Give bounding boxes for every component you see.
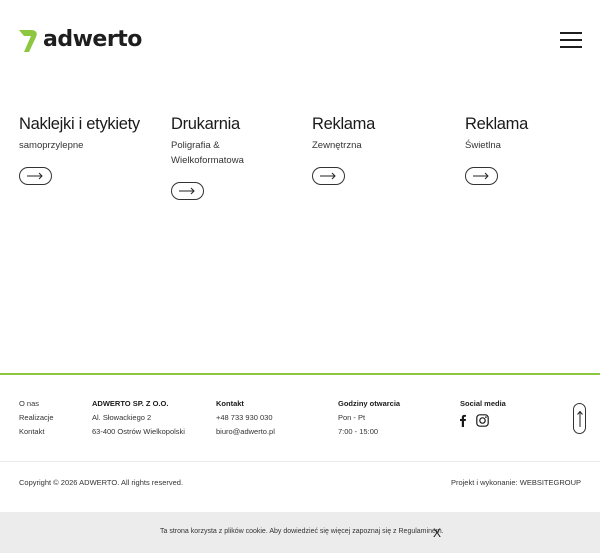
- arrow-right-icon: [27, 172, 43, 180]
- credits-link[interactable]: Projekt i wykonanie: WEBSITEGROUP: [451, 478, 581, 487]
- facebook-icon[interactable]: [460, 414, 466, 427]
- category-subtitle: Zewnętrzna: [312, 140, 362, 151]
- social-heading: Social media: [460, 399, 506, 408]
- contact-phone[interactable]: +48 733 930 030: [216, 411, 275, 425]
- footer-link-about[interactable]: O nas: [19, 397, 54, 411]
- hours-time: 7:00 - 15:00: [338, 427, 379, 436]
- arrow-right-icon: [320, 172, 336, 180]
- company-name: ADWERTO SP. Z O.O.: [92, 399, 169, 408]
- scroll-to-top-button[interactable]: [573, 403, 586, 434]
- category-card-print: Drukarnia Poligrafia & Wielkoformatowa: [171, 112, 266, 168]
- category-subtitle: Świetlna: [465, 140, 501, 151]
- cookie-close-icon[interactable]: X: [431, 527, 443, 539]
- footer-hours: Godziny otwarcia Pon - Pt 7:00 - 15:00: [338, 397, 400, 439]
- footer-contact: Kontakt +48 733 930 030 biuro@adwerto.pl: [216, 397, 275, 439]
- footer-nav: O nas Realizacje Kontakt: [19, 397, 54, 439]
- category-arrow-button-print[interactable]: [171, 182, 204, 200]
- cookie-banner: Ta strona korzysta z plików cookie. Aby …: [0, 512, 600, 553]
- category-subtitle: samoprzylepne: [19, 140, 84, 151]
- hours-heading: Godziny otwarcia: [338, 399, 401, 408]
- footer-accent-line: [0, 373, 600, 375]
- category-card-stickers: Naklejki i etykiety samoprzylepne: [19, 112, 159, 153]
- category-card-outdoor: Reklama Zewnętrzna: [312, 112, 452, 153]
- category-title: Drukarnia: [171, 115, 240, 133]
- company-city: 63-400 Ostrów Wielkopolski: [92, 427, 185, 436]
- category-title: Reklama: [312, 115, 376, 133]
- hamburger-menu-icon[interactable]: [560, 32, 582, 50]
- category-arrow-button-stickers[interactable]: [19, 167, 52, 185]
- hours-days: Pon - Pt: [338, 413, 366, 422]
- footer-company: ADWERTO SP. Z O.O. Al. Słowackiego 2 63-…: [92, 397, 185, 439]
- contact-email[interactable]: biuro@adwerto.pl: [216, 425, 275, 439]
- instagram-icon[interactable]: [476, 414, 489, 427]
- footer-divider: [0, 461, 600, 462]
- arrow-up-icon: [576, 410, 583, 427]
- category-title: Naklejki i etykiety: [19, 115, 140, 133]
- category-arrow-button-outdoor[interactable]: [312, 167, 345, 185]
- copyright-text: Copyright © 2026 ADWERTO. All rights res…: [19, 478, 184, 487]
- footer-social: Social media: [460, 397, 506, 427]
- contact-heading: Kontakt: [216, 399, 244, 408]
- category-card-illuminated: Reklama Świetlna: [465, 112, 590, 153]
- footer-link-realizations[interactable]: Realizacje: [19, 411, 54, 425]
- arrow-right-icon: [179, 187, 195, 195]
- category-arrow-button-illuminated[interactable]: [465, 167, 498, 185]
- company-street: Al. Słowackiego 2: [92, 413, 152, 422]
- cookie-text: Ta strona korzysta z plików cookie. Aby …: [160, 528, 444, 535]
- category-title: Reklama: [465, 115, 529, 133]
- arrow-right-icon: [473, 172, 489, 180]
- footer-link-contact[interactable]: Kontakt: [19, 425, 54, 439]
- brand-logo[interactable]: adwerto: [18, 26, 142, 54]
- brand-name: adwerto: [43, 27, 142, 52]
- site-header: adwerto: [0, 0, 600, 80]
- logo-mark-icon: [19, 30, 37, 52]
- category-subtitle: Poligrafia & Wielkoformatowa: [171, 140, 244, 166]
